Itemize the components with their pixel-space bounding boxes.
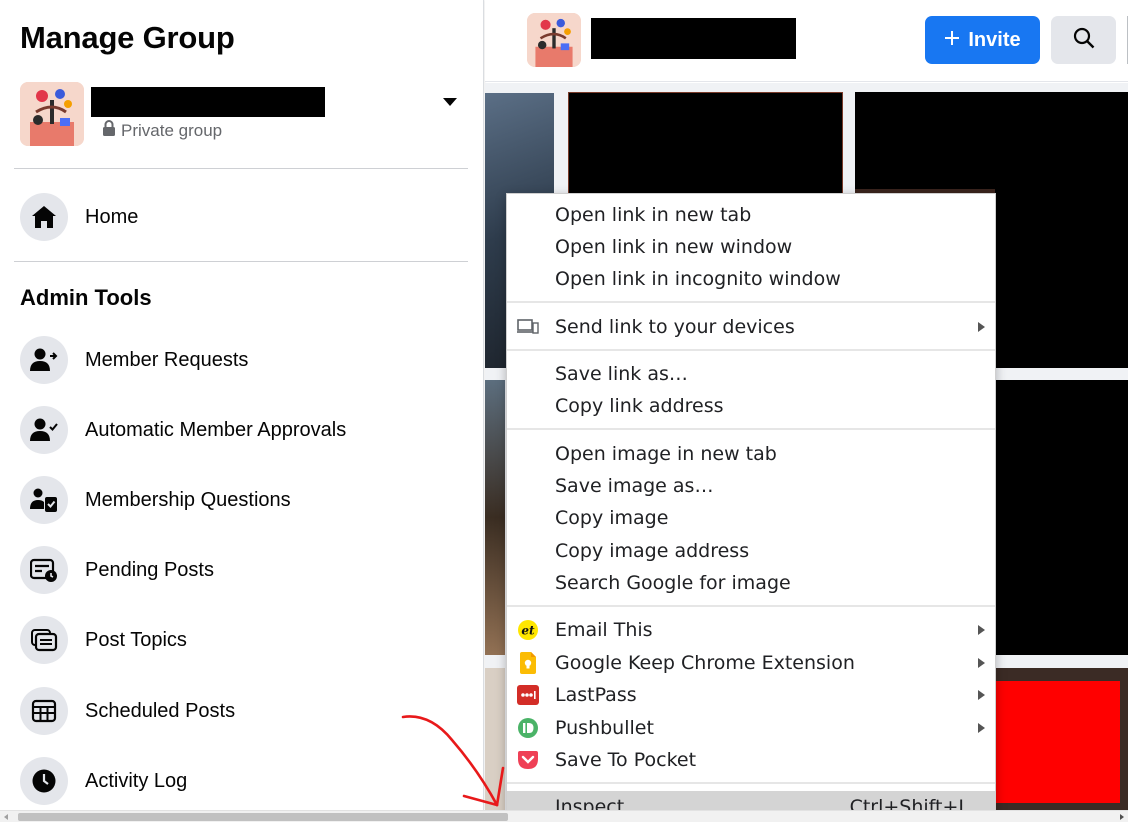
menu-item-google-keep[interactable]: Google Keep Chrome Extension — [507, 647, 995, 679]
home-icon — [20, 193, 68, 241]
scrollbar-thumb[interactable] — [18, 813, 508, 821]
menu-item-email-this[interactable]: et Email This — [507, 614, 995, 646]
devices-icon — [517, 316, 539, 338]
manage-group-sidebar: Manage Group Private group Home Admin To… — [0, 0, 484, 810]
sidebar-item-label: Home — [85, 205, 139, 228]
scroll-left-arrow-icon[interactable] — [4, 814, 8, 820]
google-keep-icon — [517, 652, 539, 674]
horizontal-scrollbar[interactable] — [0, 810, 1128, 822]
menu-item-copy-image[interactable]: Copy image — [507, 502, 995, 534]
photo-tile[interactable] — [485, 668, 505, 810]
sidebar-item-pending-posts[interactable]: Pending Posts — [20, 545, 468, 595]
menu-item-open-link-new-tab[interactable]: Open link in new tab — [507, 199, 995, 231]
photo-tile[interactable] — [994, 380, 1128, 655]
person-check-icon — [20, 406, 68, 454]
menu-item-search-google-image[interactable]: Search Google for image — [507, 567, 995, 599]
sidebar-item-automatic-member-approvals[interactable]: Automatic Member Approvals — [20, 405, 468, 455]
menu-item-lastpass[interactable]: LastPass — [507, 679, 995, 711]
menu-item-pushbullet[interactable]: Pushbullet — [507, 712, 995, 744]
menu-item-send-link-devices[interactable]: Send link to your devices — [507, 311, 995, 343]
menu-separator — [507, 349, 995, 351]
search-icon — [1073, 27, 1095, 54]
lastpass-icon — [517, 684, 539, 706]
svg-text:et: et — [521, 624, 535, 638]
calendar-grid-icon — [20, 687, 68, 735]
menu-separator — [507, 301, 995, 303]
context-menu: Open link in new tab Open link in new wi… — [506, 193, 996, 822]
post-clock-icon — [20, 546, 68, 594]
submenu-arrow-icon — [978, 658, 985, 668]
photo-tile[interactable] — [485, 380, 505, 655]
group-selector[interactable]: Private group — [20, 82, 468, 146]
photo-tile[interactable] — [994, 668, 1128, 810]
menu-separator — [507, 605, 995, 607]
group-avatar-small[interactable] — [527, 13, 581, 67]
stacked-cards-icon — [20, 616, 68, 664]
invite-button[interactable]: Invite — [925, 16, 1040, 64]
submenu-arrow-icon — [978, 723, 985, 733]
menu-item-copy-image-address[interactable]: Copy image address — [507, 535, 995, 567]
sidebar-item-label: Activity Log — [85, 769, 188, 792]
sidebar-item-member-requests[interactable]: Member Requests — [20, 335, 468, 385]
sidebar-item-label: Membership Questions — [85, 488, 291, 511]
pocket-icon — [517, 749, 539, 771]
person-clipboard-icon — [20, 476, 68, 524]
scroll-right-arrow-icon[interactable] — [1120, 814, 1124, 820]
invite-label: Invite — [968, 28, 1021, 51]
menu-separator — [507, 428, 995, 430]
group-avatar[interactable] — [20, 82, 84, 146]
menu-separator — [507, 782, 995, 784]
menu-item-open-link-incognito[interactable]: Open link in incognito window — [507, 263, 995, 295]
divider — [14, 261, 468, 262]
email-this-icon: et — [517, 619, 539, 641]
sidebar-item-membership-questions[interactable]: Membership Questions — [20, 475, 468, 525]
sidebar-item-home[interactable]: Home — [20, 192, 468, 242]
sidebar-item-label: Pending Posts — [85, 558, 214, 581]
caret-down-icon[interactable] — [442, 94, 458, 110]
group-name-redacted — [91, 87, 325, 117]
submenu-arrow-icon — [978, 625, 985, 635]
group-privacy: Private group — [102, 120, 222, 141]
sidebar-item-label: Member Requests — [85, 348, 249, 371]
plus-icon — [944, 29, 960, 52]
group-header: Invite — [485, 0, 1128, 82]
menu-item-save-image-as[interactable]: Save image as… — [507, 470, 995, 502]
submenu-arrow-icon — [978, 322, 985, 332]
sidebar-item-label: Post Topics — [85, 628, 187, 651]
sidebar-item-label: Automatic Member Approvals — [85, 418, 347, 441]
privacy-label: Private group — [121, 120, 223, 140]
submenu-arrow-icon — [978, 690, 985, 700]
menu-item-open-link-new-window[interactable]: Open link in new window — [507, 231, 995, 263]
pushbullet-icon — [517, 717, 539, 739]
menu-item-open-image-new-tab[interactable]: Open image in new tab — [507, 438, 995, 470]
sidebar-item-post-topics[interactable]: Post Topics — [20, 615, 468, 665]
divider — [14, 168, 468, 169]
sidebar-item-scheduled-posts[interactable]: Scheduled Posts — [20, 686, 468, 736]
page-title: Manage Group — [20, 20, 235, 55]
search-button[interactable] — [1051, 16, 1116, 64]
sidebar-item-label: Scheduled Posts — [85, 699, 236, 722]
menu-item-copy-link-address[interactable]: Copy link address — [507, 390, 995, 422]
lock-icon — [102, 120, 116, 141]
admin-tools-heading: Admin Tools — [20, 285, 152, 310]
group-name-redacted — [591, 18, 796, 59]
sidebar-item-activity-log[interactable]: Activity Log — [20, 756, 468, 806]
menu-item-save-link-as[interactable]: Save link as… — [507, 358, 995, 390]
person-arrow-icon — [20, 336, 68, 384]
menu-item-save-to-pocket[interactable]: Save To Pocket — [507, 744, 995, 776]
clock-icon — [20, 757, 68, 805]
